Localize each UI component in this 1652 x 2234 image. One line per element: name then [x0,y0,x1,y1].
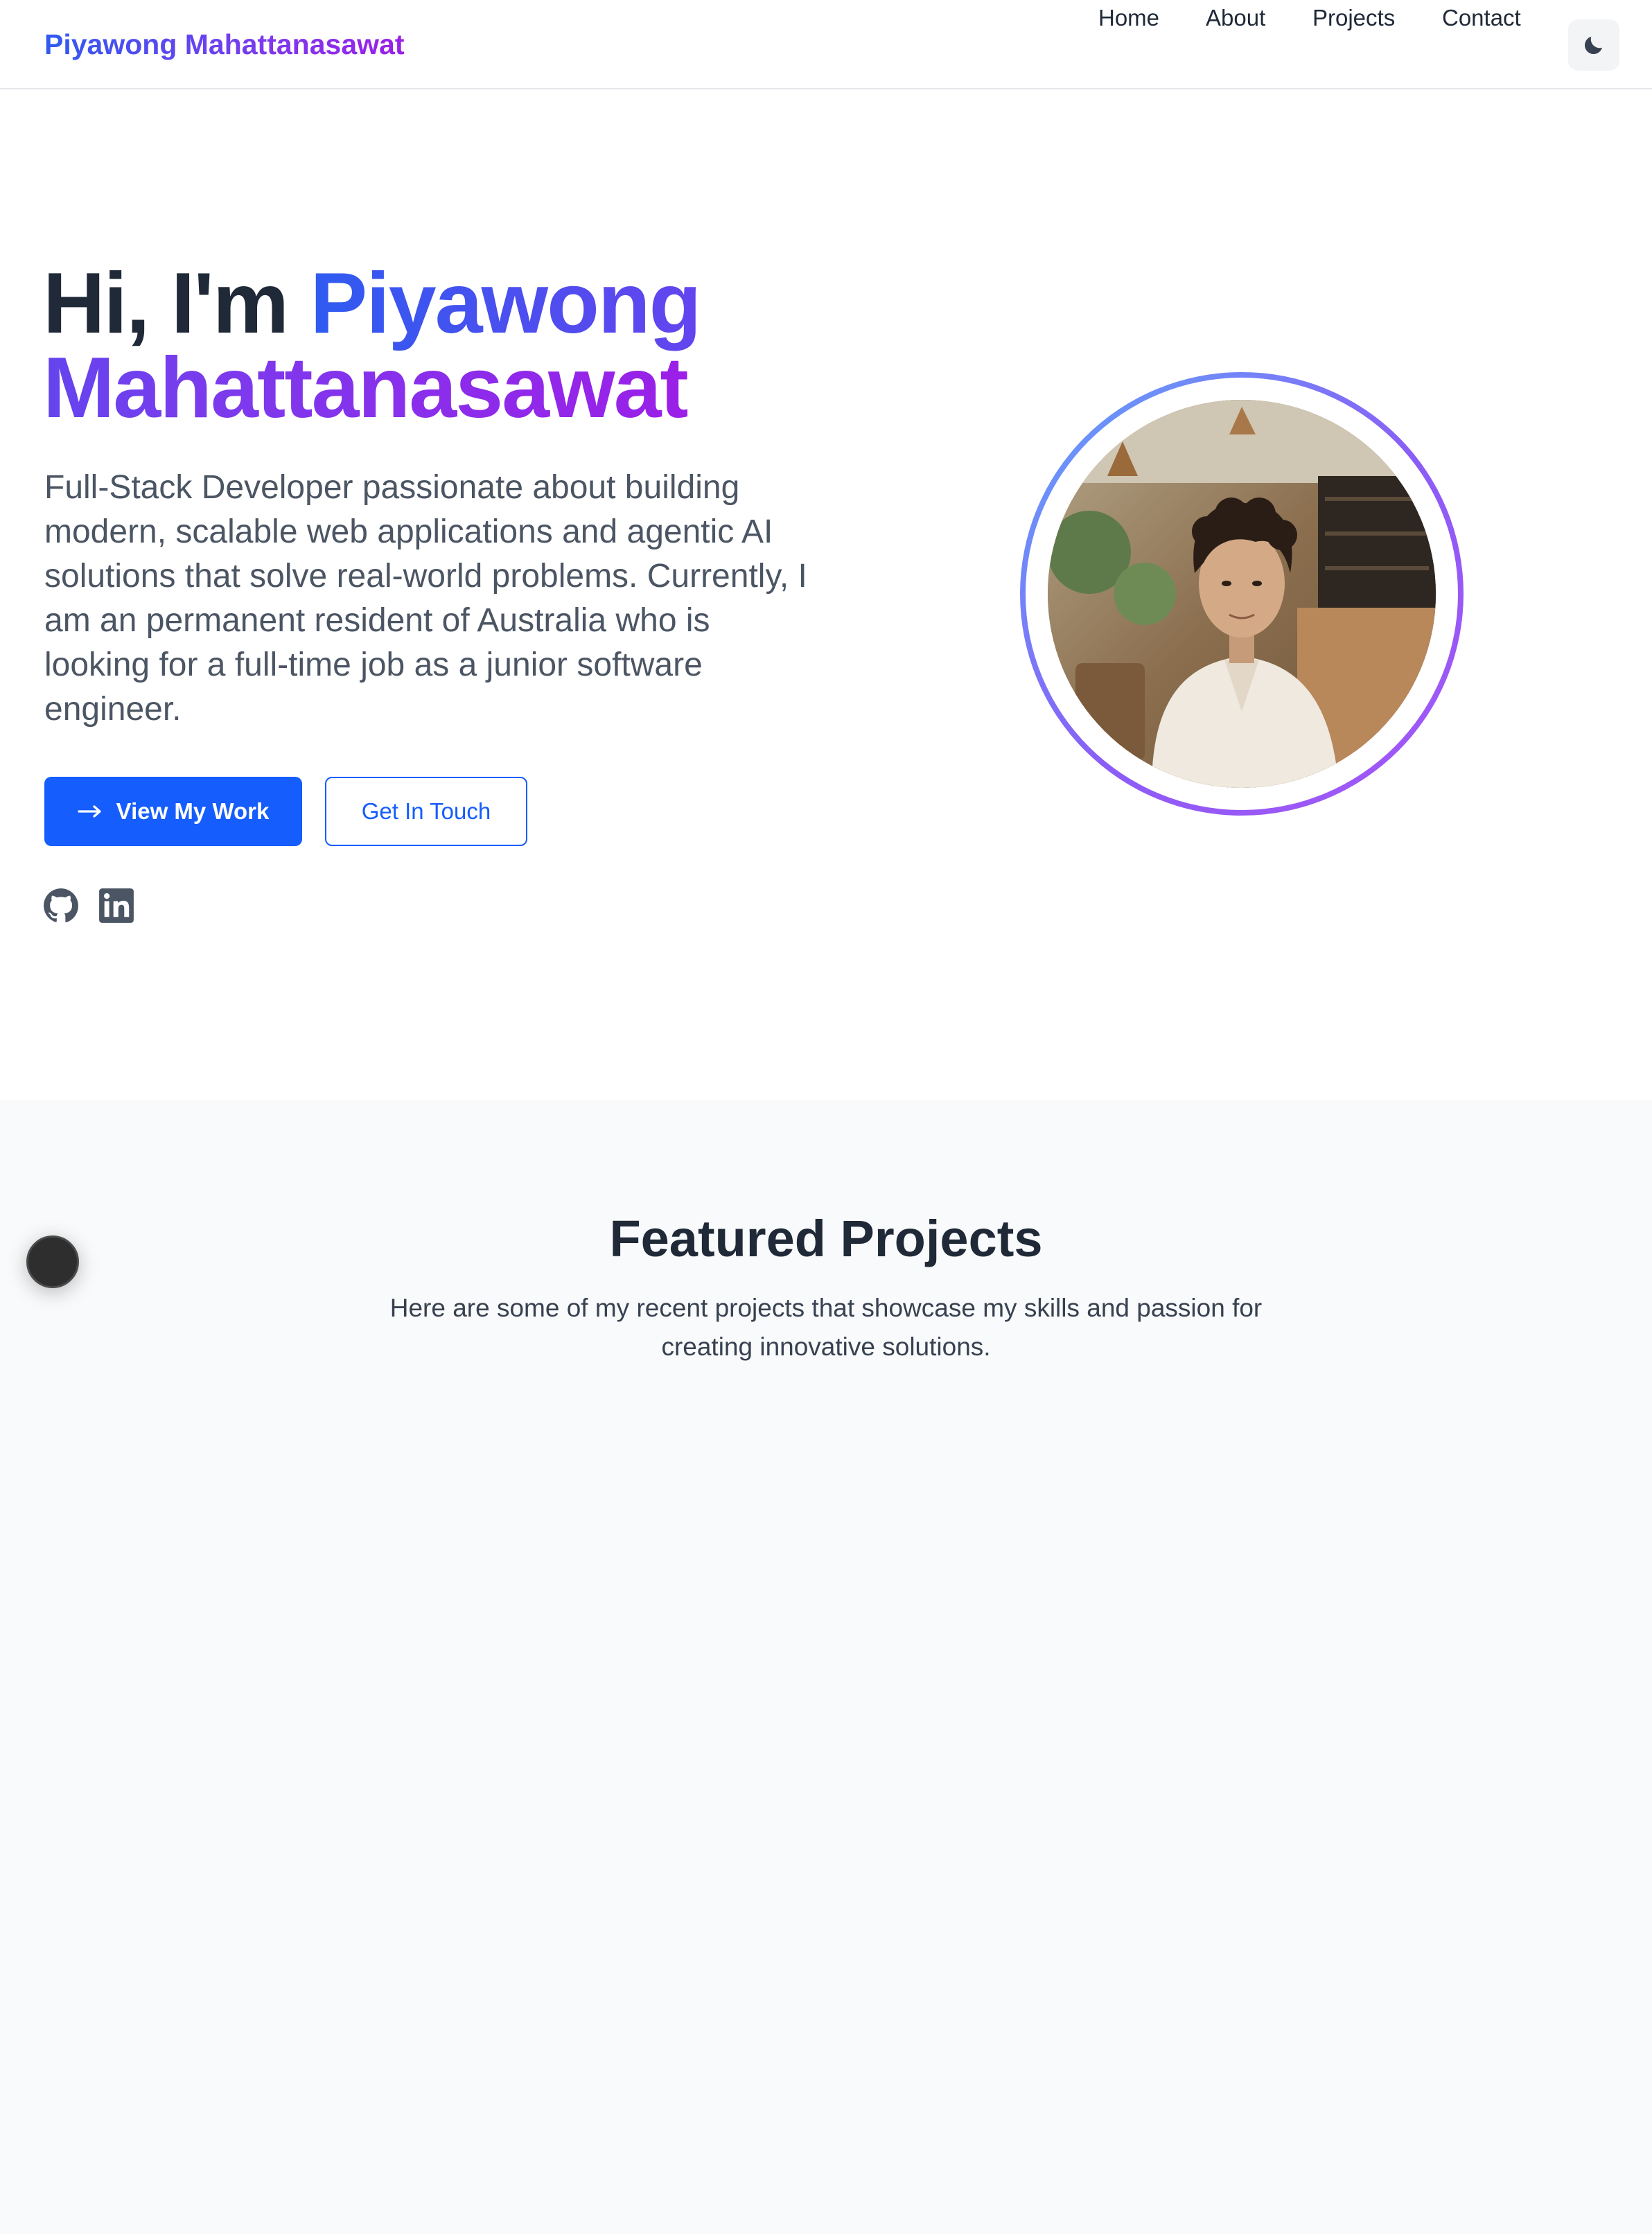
nav-link-about[interactable]: About [1206,0,1265,36]
projects-section: Featured Projects Here are some of my re… [0,1100,1652,2234]
avatar [1048,400,1436,788]
projects-title: Featured Projects [609,1210,1043,1267]
hero-description: Full-Stack Developer passionate about bu… [44,469,807,728]
arrow-right-icon [78,804,103,818]
get-in-touch-button[interactable]: Get In Touch [325,777,527,846]
nav-link-home[interactable]: Home [1098,0,1159,36]
floating-chat-button[interactable] [26,1235,79,1288]
navbar: Piyawong Mahattanasawat Home About Proje… [0,0,1652,89]
moon-icon [1584,37,1602,55]
projects-subtitle: Here are some of my recent projects that… [389,1294,1263,1361]
get-in-touch-label: Get In Touch [361,798,491,824]
nav-link-projects[interactable]: Projects [1312,0,1395,36]
linkedin-icon[interactable] [98,888,134,924]
hero-title: Hi, I'm Piyawong Mahattanasawat [43,261,875,431]
avatar-ring [1020,372,1464,816]
github-icon[interactable] [43,888,79,924]
hero-greeting: Hi, I'm [43,256,310,351]
brand-logo[interactable]: Piyawong Mahattanasawat [44,26,404,62]
nav-link-contact[interactable]: Contact [1442,0,1521,36]
hero-section: Hi, I'm Piyawong Mahattanasawat Full-Sta… [0,89,1652,1100]
view-my-work-button[interactable]: View My Work [44,777,302,846]
view-my-work-label: View My Work [116,798,270,824]
profile-photo [1048,400,1436,788]
theme-toggle-button[interactable] [1568,19,1619,71]
